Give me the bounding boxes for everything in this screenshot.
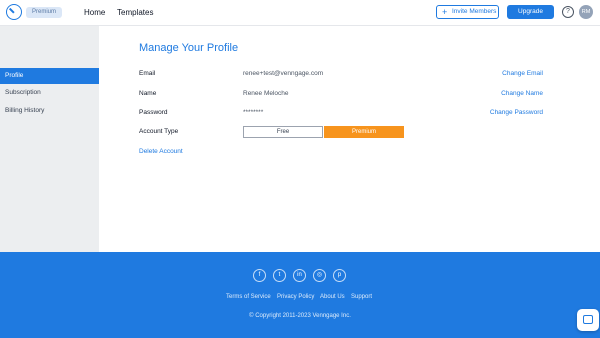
nav-templates-link[interactable]: Templates (117, 8, 153, 17)
password-value: ******** (243, 109, 264, 116)
twitter-icon[interactable]: t (273, 269, 286, 282)
email-value: renee+test@venngage.com (243, 70, 324, 77)
change-password-link[interactable]: Change Password (490, 109, 543, 116)
sidebar-item-billing-history[interactable]: Billing History (0, 103, 99, 119)
footer-link-privacy[interactable]: Privacy Policy (277, 294, 314, 300)
change-name-link[interactable]: Change Name (501, 90, 543, 97)
sidebar-item-subscription[interactable]: Subscription (0, 85, 99, 101)
plan-badge: Premium (26, 7, 63, 18)
sidebar-item-profile[interactable]: Profile (0, 68, 99, 84)
account-type-premium-option[interactable]: Premium (324, 126, 404, 138)
upgrade-button[interactable]: Upgrade (507, 5, 554, 19)
delete-account-link[interactable]: Delete Account (139, 148, 183, 155)
footer-link-about[interactable]: About Us (320, 294, 345, 300)
name-value: Renee Meloche (243, 90, 289, 97)
instagram-icon[interactable]: ◎ (313, 269, 326, 282)
email-label: Email (139, 70, 156, 77)
facebook-icon[interactable]: f (253, 269, 266, 282)
chat-widget-button[interactable] (577, 309, 599, 331)
account-type-label: Account Type (139, 128, 179, 135)
top-header: Premium Home Templates + Invite Members … (0, 0, 600, 26)
password-label: Password (139, 109, 168, 116)
profile-panel: Manage Your Profile Email renee+test@ven… (99, 26, 600, 252)
invite-members-label: Invite Members (452, 8, 497, 15)
name-label: Name (139, 90, 157, 97)
avatar[interactable]: RM (579, 5, 593, 19)
footer: f t in ◎ p Terms of Service Privacy Poli… (0, 252, 600, 338)
nav-home-link[interactable]: Home (84, 8, 105, 17)
footer-link-terms[interactable]: Terms of Service (226, 294, 271, 300)
account-type-toggle: Free Premium (243, 126, 404, 138)
sidebar: Profile Subscription Billing History (0, 26, 99, 252)
venngage-logo-icon[interactable] (6, 4, 22, 20)
footer-link-support[interactable]: Support (351, 294, 372, 300)
account-type-free-option[interactable]: Free (243, 126, 323, 138)
invite-members-button[interactable]: + Invite Members (436, 5, 499, 19)
plus-icon: + (442, 7, 448, 17)
chat-icon (583, 315, 593, 324)
linkedin-icon[interactable]: in (293, 269, 306, 282)
help-icon[interactable]: ? (562, 6, 574, 18)
page-title: Manage Your Profile (139, 42, 239, 54)
change-email-link[interactable]: Change Email (502, 70, 543, 77)
pinterest-icon[interactable]: p (333, 269, 346, 282)
copyright-text: © Copyright 2011-2023 Venngage Inc. (249, 313, 351, 319)
